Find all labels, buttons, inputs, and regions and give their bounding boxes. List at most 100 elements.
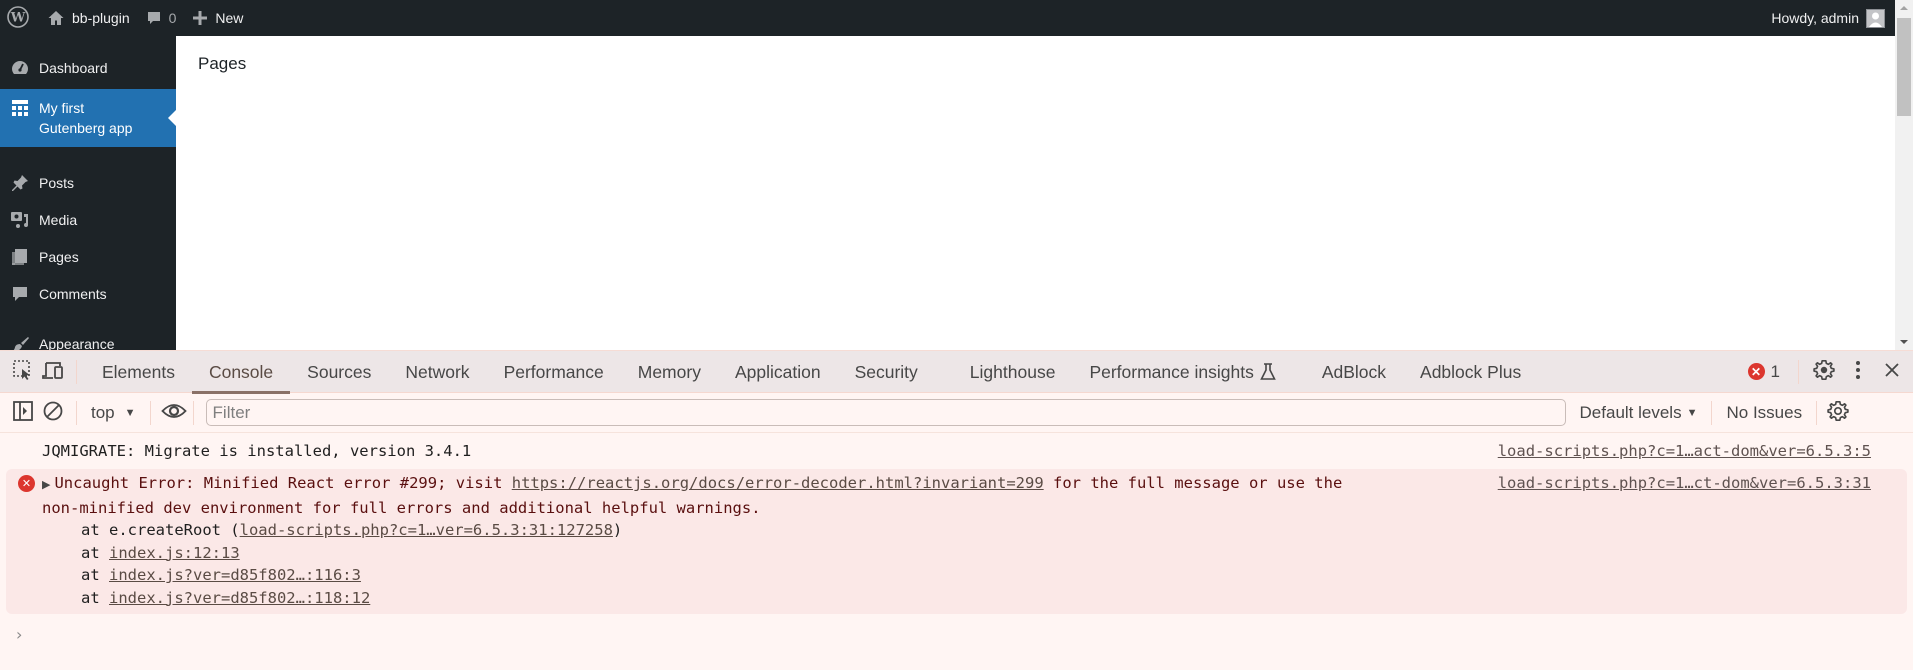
- sidebar-item-comments[interactable]: Comments: [0, 284, 176, 304]
- live-expression-button[interactable]: [159, 398, 189, 428]
- tab-sources[interactable]: Sources: [290, 351, 388, 393]
- console-log-message: JQMIGRATE: Migrate is installed, version…: [0, 433, 1913, 469]
- sidebar-item-posts[interactable]: Posts: [0, 173, 176, 193]
- main-content: Pages: [176, 36, 1895, 350]
- inspect-element-button[interactable]: [8, 357, 38, 387]
- log-text: JQMIGRATE: Migrate is installed, version…: [42, 442, 472, 460]
- comments-link[interactable]: 0: [138, 0, 185, 36]
- scroll-up-arrow-icon[interactable]: [1900, 6, 1908, 10]
- tab-elements[interactable]: Elements: [85, 351, 192, 393]
- pages-icon: [10, 247, 30, 267]
- log-source-link[interactable]: load-scripts.php?c=1…act-dom&ver=6.5.3:5: [1498, 433, 1871, 469]
- sidebar-label: Comments: [39, 286, 107, 302]
- toolbar-divider: [76, 400, 77, 425]
- devtools-tab-bar: Elements Console Sources Network Perform…: [0, 351, 1913, 394]
- stack-frame: at index.js?ver=d85f802…:118:12: [42, 587, 1907, 610]
- sidebar-toggle-icon: [12, 400, 34, 426]
- sidebar-item-dashboard[interactable]: Dashboard: [0, 58, 176, 78]
- console-toolbar: top ▼ Filter Default levels ▼ No Issues: [0, 393, 1913, 433]
- tab-adblock-plus[interactable]: Adblock Plus: [1403, 351, 1538, 393]
- context-selector[interactable]: top ▼: [85, 403, 142, 423]
- stack-frame-link[interactable]: index.js:12:13: [109, 544, 240, 562]
- select-element-icon: [12, 359, 34, 385]
- greeting: Howdy, admin: [1771, 10, 1859, 26]
- eye-icon: [160, 402, 187, 424]
- error-icon: ✕: [1747, 363, 1765, 380]
- sidebar-item-my-first-gutenberg-app[interactable]: My first Gutenberg app: [0, 89, 176, 147]
- error-text-suffix: for the full message or use the: [1043, 474, 1343, 492]
- stack-frame: at index.js?ver=d85f802…:116:3: [42, 564, 1907, 587]
- tab-adblock[interactable]: AdBlock: [1305, 351, 1403, 393]
- tab-lighthouse[interactable]: Lighthouse: [953, 351, 1073, 393]
- scroll-down-arrow-icon[interactable]: [1900, 340, 1908, 344]
- device-toolbar-button[interactable]: [38, 357, 68, 387]
- error-source-link[interactable]: load-scripts.php?c=1…ct-dom&ver=6.5.3:31: [1498, 472, 1871, 495]
- toolbar-divider: [1816, 400, 1818, 425]
- stack-prefix: at: [81, 543, 109, 562]
- pin-icon: [10, 173, 30, 193]
- admin-sidebar: Dashboard My first Gutenberg app Posts M…: [0, 36, 176, 352]
- stack-frame: at e.createRoot (load-scripts.php?c=1…ve…: [42, 519, 1907, 542]
- tab-memory[interactable]: Memory: [621, 351, 718, 393]
- site-name: bb-plugin: [72, 10, 130, 26]
- sidebar-item-media[interactable]: Media: [0, 210, 176, 230]
- stack-prefix: at: [81, 566, 109, 584]
- dropdown-caret-icon: ▼: [124, 406, 136, 419]
- expand-triangle-icon[interactable]: ▶: [42, 478, 50, 491]
- scrollbar-thumb[interactable]: [1897, 18, 1911, 116]
- tab-performance-insights[interactable]: Performance insights: [1072, 351, 1292, 393]
- comment-icon: [10, 284, 30, 304]
- close-icon: [1884, 362, 1900, 382]
- new-label: New: [215, 10, 244, 26]
- tab-label: Performance insights: [1089, 361, 1254, 382]
- devtools-panel: Elements Console Sources Network Perform…: [0, 350, 1913, 670]
- error-text-line2: non-minified dev environment for full er…: [42, 498, 761, 517]
- stack-prefix: at e.createRoot (: [81, 521, 240, 539]
- console-settings-button[interactable]: [1823, 398, 1853, 428]
- console-prompt-input[interactable]: ›: [0, 614, 1913, 656]
- toggle-sidebar-button[interactable]: [8, 398, 38, 428]
- tab-network[interactable]: Network: [388, 351, 486, 393]
- log-levels-dropdown[interactable]: Default levels ▼: [1566, 403, 1712, 423]
- error-decoder-link[interactable]: https://reactjs.org/docs/error-decoder.h…: [512, 474, 1044, 492]
- my-account-link[interactable]: Howdy, admin: [1763, 0, 1895, 36]
- tab-security[interactable]: Security: [838, 351, 935, 393]
- new-content-link[interactable]: New: [184, 0, 251, 36]
- gear-icon: [1827, 400, 1849, 426]
- prompt-chevron-icon: ›: [16, 625, 23, 644]
- device-toggle-icon: [41, 359, 65, 385]
- comment-icon: [146, 10, 162, 26]
- table-layout-icon: [10, 98, 30, 118]
- dropdown-caret-icon: ▼: [1686, 406, 1698, 419]
- error-text: Uncaught Error: Minified React error #29…: [54, 474, 512, 492]
- close-devtools-button[interactable]: [1875, 355, 1909, 389]
- error-count-badge[interactable]: ✕ 1: [1738, 362, 1790, 382]
- stack-frame-link[interactable]: index.js?ver=d85f802…:118:12: [109, 589, 370, 607]
- sidebar-label: Dashboard: [39, 60, 108, 76]
- issues-counter[interactable]: No Issues: [1712, 403, 1816, 423]
- site-name-link[interactable]: bb-plugin: [39, 0, 138, 36]
- console-error-message: ✕ ▶ Uncaught Error: Minified React error …: [6, 469, 1907, 614]
- tab-application[interactable]: Application: [718, 351, 838, 393]
- settings-button[interactable]: [1807, 355, 1841, 389]
- tab-console[interactable]: Console: [191, 351, 291, 394]
- more-options-button[interactable]: [1841, 355, 1875, 389]
- stack-frame-link[interactable]: index.js?ver=d85f802…:116:3: [109, 566, 361, 584]
- plus-icon: [192, 10, 208, 26]
- sidebar-label: Posts: [39, 175, 75, 191]
- dashboard-icon: [10, 58, 30, 78]
- page-scrollbar[interactable]: [1895, 0, 1913, 350]
- vertical-dots-icon: [1855, 360, 1861, 384]
- sidebar-label: Media: [39, 212, 78, 228]
- error-count: 1: [1770, 361, 1780, 381]
- tab-performance[interactable]: Performance: [487, 351, 621, 393]
- stack-suffix: ): [612, 521, 623, 539]
- wordpress-logo-button[interactable]: W: [0, 0, 39, 36]
- stack-frame-link[interactable]: load-scripts.php?c=1…ver=6.5.3:31:127258: [240, 521, 613, 539]
- page-title: Pages: [198, 54, 247, 73]
- clear-console-button[interactable]: [38, 398, 68, 428]
- gear-icon: [1813, 359, 1835, 385]
- context-value: top: [91, 402, 115, 422]
- filter-input[interactable]: Filter: [205, 399, 1566, 426]
- sidebar-item-pages[interactable]: Pages: [0, 247, 176, 267]
